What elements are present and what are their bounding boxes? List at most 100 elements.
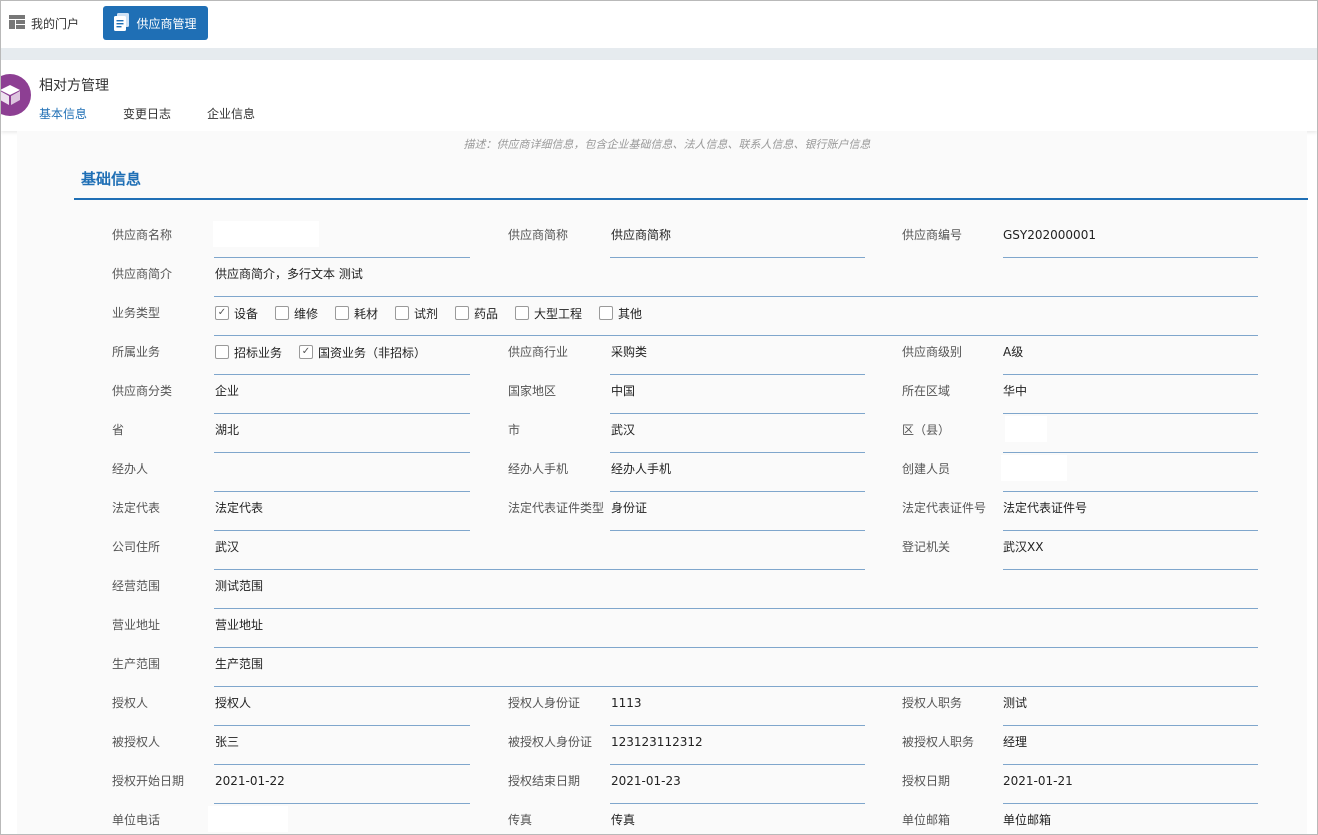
checkbox-large-project[interactable]: 大型工程 (515, 305, 582, 321)
checkbox-bidding[interactable]: 招标业务 (215, 344, 282, 360)
tab-my-portal[interactable]: 我的门户 (9, 11, 79, 35)
form-row: 省 湖北 市 武汉 区（县） (17, 416, 1317, 459)
form-row: 营业地址 营业地址 (17, 615, 1317, 654)
supplier-intro-label: 供应商简介 (112, 267, 173, 281)
fax-value: 传真 (611, 813, 636, 827)
handler-phone-value: 经办人手机 (611, 462, 672, 476)
grantor-title-value: 测试 (1003, 696, 1028, 710)
form-row: 供应商名称 供应商简称 供应商简称 供应商编号 GSY202000001 (17, 221, 1317, 264)
field-underline (1003, 569, 1258, 570)
app-frame: 我的门户 供应商管理 相对方管理 基本信息 变更日志 企业信息 描述：供应商详细… (0, 0, 1318, 835)
grantor-title-label: 授权人职务 (902, 696, 963, 710)
field-underline (610, 530, 865, 531)
form-row: 被授权人 张三 被授权人身份证 123123112312 被授权人职务 经理 (17, 732, 1317, 771)
category-label: 供应商分类 (112, 384, 173, 398)
form-row: 经营范围 测试范围 (17, 576, 1317, 615)
page-header: 相对方管理 基本信息 变更日志 企业信息 (1, 60, 1317, 133)
cube-logo-icon (1, 74, 31, 116)
grantor-id-value: 1113 (611, 696, 642, 710)
checkbox-consumables[interactable]: 耗材 (335, 305, 378, 321)
auth-start-value: 2021-01-22 (215, 774, 285, 788)
grantee-label: 被授权人 (112, 735, 161, 749)
field-underline (610, 413, 865, 414)
checkbox-checked-icon: ✓ (299, 345, 313, 359)
supplier-short-label: 供应商简称 (508, 228, 569, 242)
form-row: 供应商简介 供应商简介，多行文本 测试 (17, 264, 1317, 303)
checkbox-other[interactable]: 其他 (599, 305, 642, 321)
supplier-name-value (213, 221, 319, 247)
supplier-name-label: 供应商名称 (112, 228, 173, 242)
grantee-title-value: 经理 (1003, 735, 1028, 749)
auth-date-value: 2021-01-21 (1003, 774, 1073, 788)
auth-date-label: 授权日期 (902, 774, 951, 788)
supplier-short-value: 供应商简称 (611, 228, 672, 242)
section-title: 基础信息 (81, 170, 142, 188)
tab-enterprise-info[interactable]: 企业信息 (207, 105, 255, 131)
phone-value (208, 806, 288, 832)
checkbox-repair[interactable]: 维修 (275, 305, 318, 321)
tab-change-log[interactable]: 变更日志 (123, 105, 171, 131)
form-row: 经办人 经办人手机 经办人手机 创建人员 (17, 455, 1317, 498)
field-underline (214, 296, 1258, 297)
checkbox-icon (395, 306, 409, 320)
checkbox-icon (455, 306, 469, 320)
form-row: 公司住所 武汉 登记机关 武汉XX (17, 537, 1317, 576)
field-underline (610, 764, 865, 765)
checkbox-icon (599, 306, 613, 320)
content-panel: 描述：供应商详细信息，包含企业基础信息、法人信息、联系人信息、银行账户信息 基础… (17, 131, 1308, 834)
checkbox-icon (515, 306, 529, 320)
handler-phone-label: 经办人手机 (508, 462, 569, 476)
legal-rep-value: 法定代表 (215, 501, 264, 515)
legal-rep-label: 法定代表 (112, 501, 161, 515)
field-underline (610, 374, 865, 375)
grantee-title-label: 被授权人职务 (902, 735, 975, 749)
auth-end-label: 授权结束日期 (508, 774, 581, 788)
form-row: 供应商分类 企业 国家地区 中国 所在区域 华中 (17, 381, 1317, 420)
form-row: 生产范围 生产范围 (17, 654, 1317, 693)
phone-label: 单位电话 (112, 813, 161, 827)
tab-supplier-management[interactable]: 供应商管理 (103, 6, 208, 40)
checkbox-label: 国资业务（非招标） (318, 345, 427, 360)
creator-label: 创建人员 (902, 462, 951, 476)
supplier-intro-value: 供应商简介，多行文本 测试 (215, 267, 363, 281)
field-underline (214, 803, 470, 804)
belong-business-label: 所属业务 (112, 345, 161, 359)
checkbox-label: 大型工程 (534, 306, 583, 321)
tab-basic-info[interactable]: 基本信息 (31, 105, 96, 133)
dashboard-icon (9, 14, 25, 32)
grantee-value: 张三 (215, 735, 240, 749)
field-underline (214, 335, 1258, 336)
form-row: 所属业务 招标业务 ✓ 国资业务（非招标） 供应商行业 采购类 供应商级别 A级 (17, 342, 1317, 381)
field-underline (214, 452, 470, 453)
scope-value: 测试范围 (215, 579, 264, 593)
creator-value (1001, 455, 1067, 481)
checkbox-label: 维修 (294, 306, 319, 321)
checkbox-label: 设备 (234, 306, 259, 321)
form-row: 法定代表 法定代表 法定代表证件类型 身份证 法定代表证件号 法定代表证件号 (17, 498, 1317, 537)
supplier-code-label: 供应商编号 (902, 228, 963, 242)
grantee-id-value: 123123112312 (611, 735, 703, 749)
email-value: 单位邮箱 (1003, 813, 1052, 827)
checkbox-reagent[interactable]: 试剂 (395, 305, 438, 321)
form-row: 单位电话 传真 传真 单位邮箱 单位邮箱 (17, 806, 1317, 834)
field-underline (214, 491, 470, 492)
grantor-label: 授权人 (112, 696, 149, 710)
field-underline (610, 452, 865, 453)
province-value: 湖北 (215, 423, 240, 437)
form-row: 授权人 授权人 授权人身份证 1113 授权人职务 测试 (17, 693, 1317, 732)
level-label: 供应商级别 (902, 345, 963, 359)
checkbox-medicine[interactable]: 药品 (455, 305, 498, 321)
supplier-code-value: GSY202000001 (1003, 228, 1096, 242)
checkbox-state-owned[interactable]: ✓ 国资业务（非招标） (299, 344, 426, 360)
field-underline (1003, 452, 1258, 453)
field-underline (1003, 764, 1258, 765)
city-value: 武汉 (611, 423, 636, 437)
grantor-value: 授权人 (215, 696, 252, 710)
form-row: 业务类型 ✓ 设备 维修 耗材 试剂 药品 大型工程 其他 (17, 303, 1317, 342)
country-label: 国家地区 (508, 384, 557, 398)
field-underline (1003, 530, 1258, 531)
field-underline (610, 803, 865, 804)
checkbox-equipment[interactable]: ✓ 设备 (215, 305, 258, 321)
field-underline (214, 764, 470, 765)
field-underline (214, 569, 865, 570)
